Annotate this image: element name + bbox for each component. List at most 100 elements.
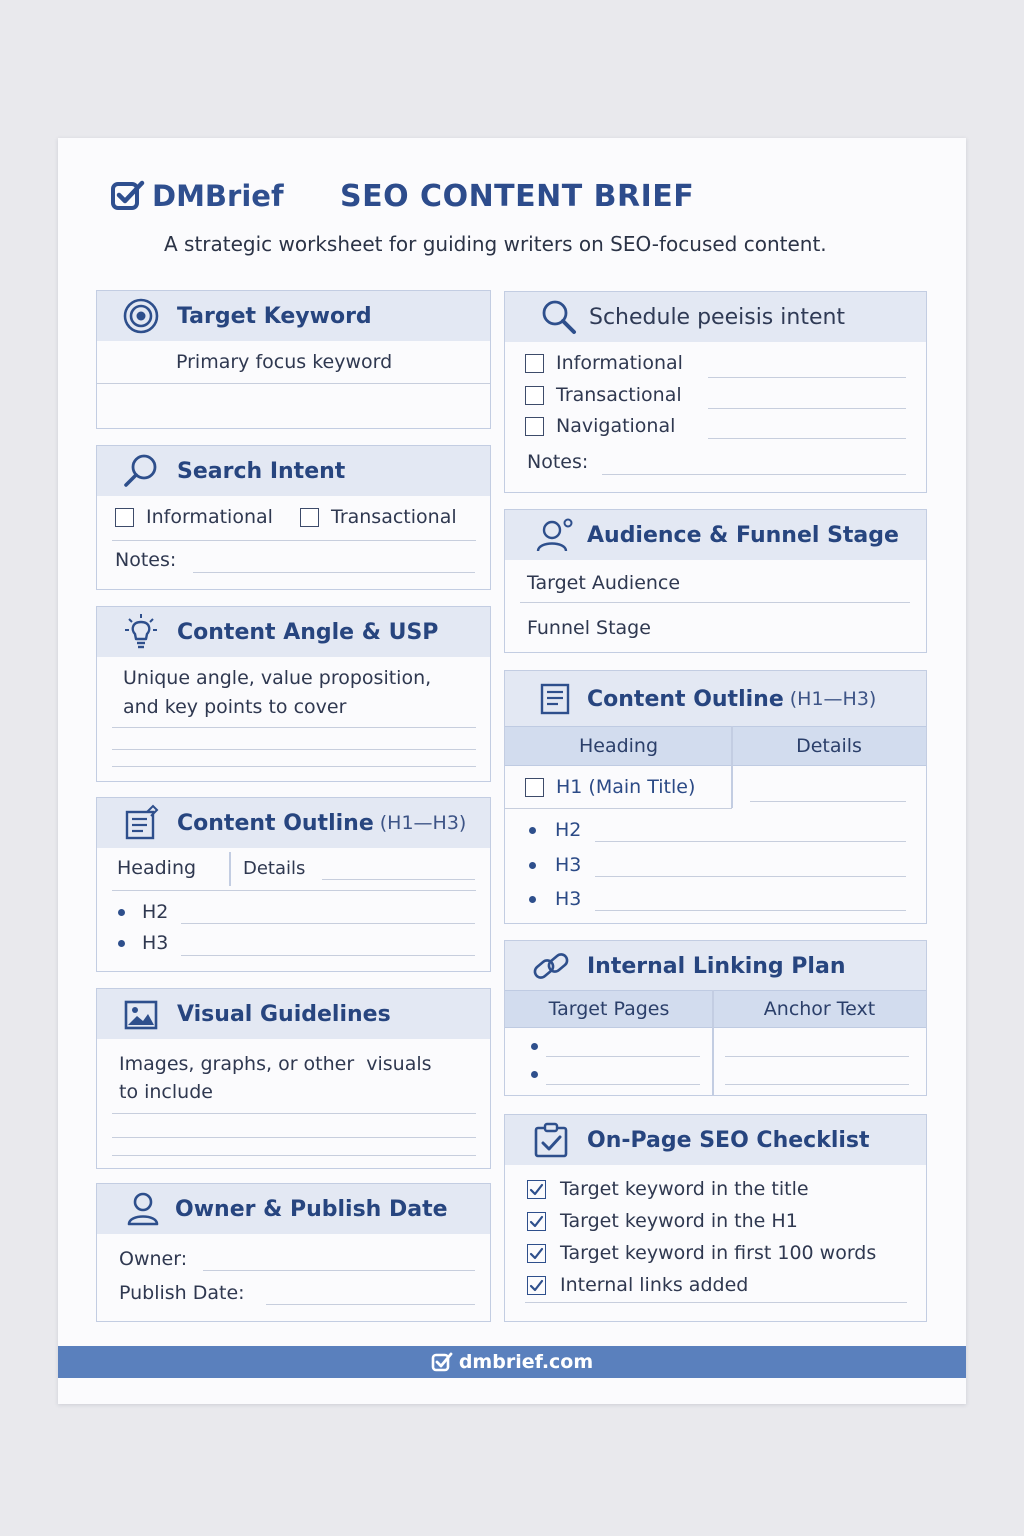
- target-keyword-header: Target Keyword: [97, 291, 490, 341]
- write-line[interactable]: [546, 1056, 700, 1057]
- checked-box-icon[interactable]: [527, 1179, 546, 1199]
- linking-row: [531, 1034, 538, 1058]
- write-line[interactable]: [322, 879, 475, 880]
- write-line[interactable]: [112, 1155, 476, 1156]
- checkbox[interactable]: [300, 507, 319, 527]
- checkbox[interactable]: [525, 777, 544, 797]
- checkbox-check-icon: [111, 180, 145, 210]
- visual-guidelines-header: Visual Guidelines: [97, 989, 490, 1039]
- checkbox[interactable]: [525, 353, 544, 373]
- content-angle-header: Content Angle & USP: [97, 607, 490, 657]
- magnifier-icon: [539, 297, 579, 337]
- bullet-icon: [529, 895, 536, 903]
- owner-header: Owner & Publish Date: [97, 1184, 490, 1234]
- page-title: SEO CONTENT BRIEF: [340, 178, 695, 214]
- outline-item-label: H2: [555, 819, 582, 841]
- schedule-option-navigational[interactable]: Navigational: [525, 412, 675, 440]
- footer-url-link[interactable]: dmbrief.com: [459, 1351, 593, 1373]
- divider: [525, 1302, 907, 1303]
- write-line[interactable]: [725, 1084, 909, 1085]
- publish-date-input-line[interactable]: [266, 1304, 475, 1305]
- content-outline-range: (H1—H3): [789, 688, 877, 710]
- outline-col-details: Details: [796, 735, 862, 757]
- owner-input-line[interactable]: [203, 1270, 475, 1271]
- write-line[interactable]: [708, 377, 906, 378]
- bullet-icon: [529, 826, 536, 834]
- divider: [112, 890, 476, 891]
- content-outline-title: Content Outline: [587, 686, 784, 712]
- write-line[interactable]: [181, 955, 475, 956]
- target-keyword-title: Target Keyword: [177, 303, 372, 329]
- primary-keyword-label: Primary focus keyword: [176, 351, 393, 373]
- outline-table-header: Heading Details: [505, 726, 926, 766]
- checklist-item-label: Target keyword in the title: [560, 1178, 809, 1200]
- visual-guidelines-line1: Images, graphs, or other visuals: [119, 1053, 432, 1075]
- visual-guidelines-line2: to include: [119, 1081, 213, 1103]
- intent-notes-label: Notes:: [115, 549, 177, 571]
- linking-title: Internal Linking Plan: [587, 953, 846, 979]
- content-angle-line1: Unique angle, value proposition,: [123, 667, 432, 689]
- option-label: Navigational: [556, 415, 676, 437]
- write-line[interactable]: [112, 1137, 476, 1138]
- checkbox[interactable]: [525, 416, 544, 436]
- checkbox-check-icon: [431, 1352, 453, 1372]
- outline-item: H2: [529, 816, 581, 844]
- outline-col-heading: Heading: [117, 857, 197, 879]
- content-outline-title: Content Outline: [177, 810, 374, 836]
- checkbox[interactable]: [115, 507, 134, 527]
- divider: [112, 540, 476, 541]
- checklist-item[interactable]: Target keyword in first 100 words: [527, 1239, 876, 1267]
- checked-box-icon[interactable]: [527, 1275, 546, 1295]
- outline-item-label: H3: [555, 854, 582, 876]
- checklist-item[interactable]: Internal links added: [527, 1271, 748, 1299]
- document-icon: [535, 679, 575, 719]
- write-line[interactable]: [181, 923, 475, 924]
- checklist-item[interactable]: Target keyword in the H1: [527, 1207, 798, 1235]
- user-icon: [123, 1189, 163, 1229]
- outline-item-label: H3: [142, 932, 169, 954]
- outline-item-label: H2: [142, 901, 169, 923]
- outline-item: H3: [529, 851, 581, 879]
- h1-label: H1 (Main Title): [556, 776, 696, 798]
- owner-label: Owner:: [119, 1248, 188, 1270]
- write-line[interactable]: [112, 749, 476, 750]
- write-line[interactable]: [546, 1084, 700, 1085]
- user-group-icon: [535, 515, 575, 555]
- content-outline-header: Content Outline (H1—H3): [97, 798, 490, 848]
- write-line[interactable]: [750, 801, 906, 802]
- checkbox[interactable]: [525, 385, 544, 405]
- write-line[interactable]: [708, 438, 906, 439]
- outline-h1-row[interactable]: H1 (Main Title): [525, 773, 695, 801]
- notes-input-line[interactable]: [602, 474, 906, 475]
- option-label: Transactional: [331, 506, 457, 528]
- write-line[interactable]: [595, 910, 906, 911]
- option-label: Informational: [146, 506, 273, 528]
- write-line[interactable]: [708, 408, 906, 409]
- write-line[interactable]: [595, 876, 906, 877]
- checked-box-icon[interactable]: [527, 1211, 546, 1231]
- schedule-notes-label: Notes:: [527, 451, 589, 473]
- write-line[interactable]: [725, 1056, 909, 1057]
- brand-logo: DMBrief: [110, 176, 284, 216]
- linking-row: [531, 1062, 538, 1086]
- intent-option-informational[interactable]: Informational: [115, 503, 273, 531]
- clipboard-check-icon: [531, 1120, 571, 1160]
- primary-keyword-input[interactable]: [97, 384, 490, 428]
- write-line[interactable]: [112, 766, 476, 767]
- schedule-intent-title: Schedule peeisis intent: [589, 304, 846, 330]
- content-angle-title: Content Angle & USP: [177, 619, 439, 645]
- write-line[interactable]: [595, 841, 906, 842]
- intent-option-transactional[interactable]: Transactional: [300, 503, 457, 531]
- checklist-item-label: Target keyword in first 100 words: [560, 1242, 877, 1264]
- linking-col-target-pages: Target Pages: [548, 998, 670, 1020]
- schedule-option-informational[interactable]: Informational: [525, 349, 683, 377]
- checklist-item-label: Target keyword in the H1: [560, 1210, 798, 1232]
- notes-input-line[interactable]: [193, 572, 475, 573]
- checklist-item[interactable]: Target keyword in the title: [527, 1175, 809, 1203]
- checked-box-icon[interactable]: [527, 1243, 546, 1263]
- owner-title: Owner & Publish Date: [175, 1196, 448, 1222]
- column-divider: [712, 990, 714, 1095]
- schedule-option-transactional[interactable]: Transactional: [525, 381, 682, 409]
- search-intent-title: Search Intent: [177, 458, 346, 484]
- brand-name: DMBrief: [152, 179, 284, 213]
